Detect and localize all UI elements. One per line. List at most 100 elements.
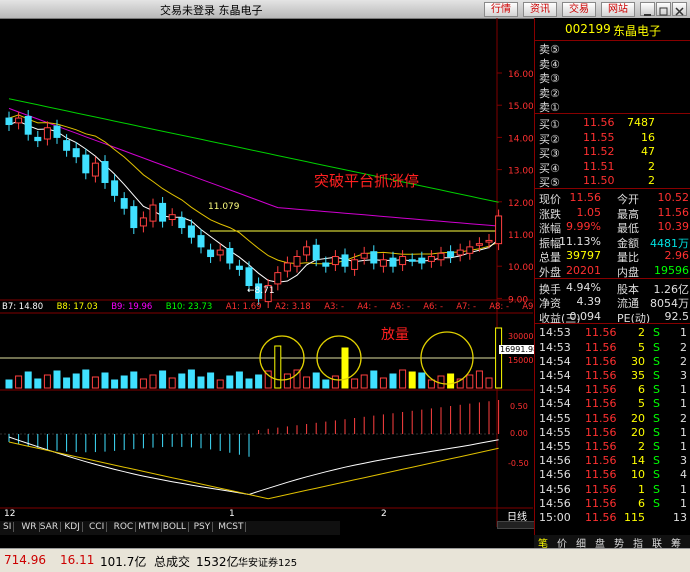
sell-level-5: 卖⑤	[535, 40, 690, 56]
stock-name: 东晶电子	[613, 24, 662, 38]
buy-level-4: 买④ 11.51 2	[535, 159, 690, 175]
volume-bar	[437, 375, 445, 389]
tick-price: 11.56	[585, 369, 617, 382]
candle-body	[139, 217, 147, 227]
stat-value: 9.99%	[566, 220, 601, 234]
indicator-tab-wr[interactable]: WR	[19, 522, 40, 532]
volume-bar	[283, 373, 291, 389]
volume-bar	[399, 369, 407, 389]
tick-time: 14:54	[539, 369, 571, 382]
stats2-divider	[535, 277, 690, 279]
tick-count: 1	[680, 326, 687, 340]
tick-time: 14:53	[539, 340, 571, 354]
indicator-tab-si[interactable]: SI	[1, 522, 15, 532]
tick-side: S	[653, 468, 660, 482]
price-axis-label: 16.00	[508, 70, 533, 80]
news-button[interactable]: 资讯	[523, 2, 557, 17]
vol-axis-15000: 15000	[508, 356, 534, 365]
tick-count: 2	[680, 354, 687, 368]
ticks-divider	[535, 323, 690, 325]
candle-body	[379, 259, 387, 267]
stat-value: 10.52	[657, 191, 690, 204]
tick-volume: 115	[624, 511, 645, 524]
book-divider	[535, 113, 690, 114]
kline-chart[interactable]: 16.00 15.00 14.00 13.00 12.00 11.00 10.00 9.00 …	[0, 18, 542, 529]
indicator-tab-cci[interactable]: CCI	[87, 522, 108, 532]
stat-value: 20201	[566, 264, 601, 277]
buy-level-5: 买⑤ 11.50 2	[535, 173, 690, 189]
vol-axis-30000: 30000	[508, 332, 534, 341]
tick-count: 3	[680, 369, 687, 382]
status-bar: 714.96 16.11 101.7亿 总成交 1532亿 华安证券125	[0, 548, 690, 572]
quote-panel: 002199 东晶电子 卖⑤ 卖④ 卖③ 卖② 卖① 买① 11.56 7487 买② 11.55…	[534, 18, 690, 535]
quote-button[interactable]: 行情	[484, 2, 518, 17]
tick-time: 14:54	[539, 383, 571, 397]
price-axis-label: 11.00	[508, 231, 533, 241]
indicator-tab-mtm[interactable]: MTM	[136, 522, 163, 532]
indicator-tabs: SI WR SAR KDJ CCI ROC MTM BOLL PSY MCST	[0, 521, 340, 535]
panel-tabs: 笔价细盘势指联筹	[534, 535, 690, 550]
tick-time: 14:56	[539, 468, 571, 482]
indicator-tab-psy[interactable]: PSY	[192, 522, 214, 532]
stat-value: 92.5	[664, 309, 690, 323]
candle-body	[197, 235, 205, 248]
price-axis-label: 15.00	[508, 102, 533, 112]
trade-button[interactable]: 交易	[562, 2, 596, 17]
tick-side: S	[653, 482, 660, 496]
volume-legend-item: B8: 17.03	[56, 302, 98, 312]
tick-count: 4	[680, 468, 687, 482]
website-button[interactable]: 网站	[601, 2, 635, 17]
volume-legend-item: A6: -	[423, 302, 444, 312]
indicator-tab-boll[interactable]: BOLL	[161, 522, 189, 532]
date-label-2: 2	[381, 509, 387, 519]
volume-legend-item: A8: -	[489, 302, 510, 312]
total-label: 总成交	[154, 555, 191, 569]
minimize-icon[interactable]	[640, 2, 655, 16]
price-axis-label: 13.00	[508, 167, 533, 177]
maximize-icon[interactable]	[656, 2, 671, 16]
volume-legend-item: A3: -	[324, 302, 345, 312]
tick-count: 1	[680, 440, 687, 453]
stat-row: 涨跌 1.05 最高 11.56	[535, 205, 690, 221]
scroll-track[interactable]	[497, 521, 535, 529]
candle-body	[293, 256, 301, 267]
volume-bar	[274, 345, 282, 389]
candle-body	[53, 125, 61, 138]
window-title: 交易未登录 东晶电子	[160, 4, 263, 17]
candle-body	[408, 259, 416, 262]
low-price-label: ←8.71	[247, 286, 275, 296]
tick-volume: 20	[631, 425, 645, 439]
candle-body	[495, 215, 503, 245]
total-value: 1532亿	[196, 555, 239, 569]
volume-bar	[331, 375, 339, 389]
stat-value: 11.56	[657, 205, 690, 219]
volume-legend-item: B7: 14.80	[2, 302, 44, 312]
close-icon[interactable]	[672, 2, 687, 16]
indicator-tab-mcst[interactable]: MCST	[216, 522, 247, 532]
stat-row: 换手 4.94% 股本 1.26亿	[535, 280, 690, 296]
volume-bar	[427, 379, 435, 389]
buy-level-volume: 16	[641, 130, 655, 144]
candle-body	[427, 256, 435, 262]
volume-bar	[207, 372, 215, 389]
indicator-tab-kdj[interactable]: KDJ	[62, 522, 83, 532]
buy-level-1: 买① 11.56 7487	[535, 115, 690, 131]
candle-body	[216, 249, 224, 256]
volume-bar	[130, 371, 138, 389]
candle-body	[235, 265, 243, 270]
stat-row: 外盘 20201 内盘 19596	[535, 263, 690, 279]
candle-body	[274, 272, 282, 285]
volume-bar	[111, 379, 119, 389]
stat-value: 0.094	[569, 309, 602, 323]
ma60-line	[8, 98, 499, 203]
candle-body	[82, 154, 90, 174]
volume-bar	[312, 372, 320, 389]
candle-body	[72, 148, 80, 158]
indicator-tab-roc[interactable]: ROC	[112, 522, 137, 532]
volume-bar	[370, 370, 378, 389]
candle-body	[24, 115, 32, 135]
volume-bar	[149, 374, 157, 389]
tick-count: 13	[673, 511, 687, 524]
indicator-tab-sar[interactable]: SAR	[38, 522, 62, 532]
volume-bar	[101, 372, 109, 389]
